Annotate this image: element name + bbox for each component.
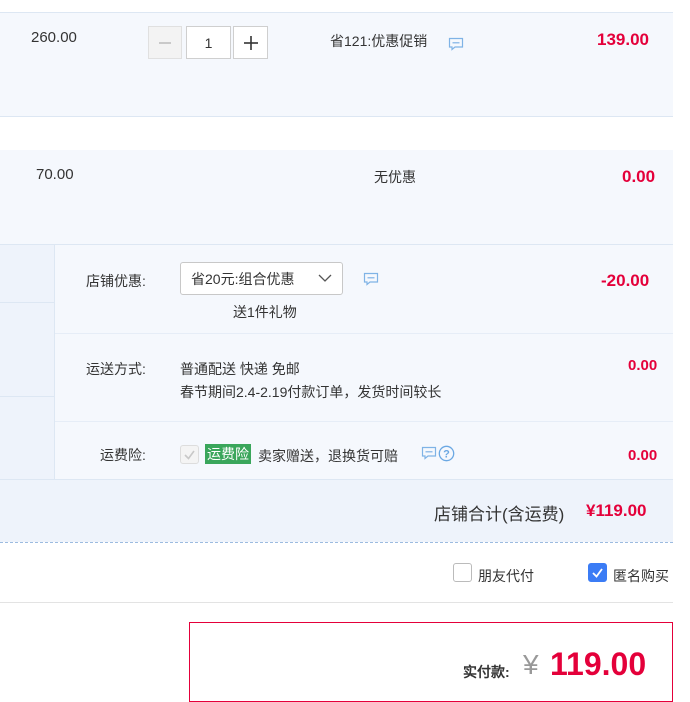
- shop-left-strip: [0, 245, 54, 479]
- subtotal-row: [0, 480, 673, 542]
- chevron-down-icon: [318, 274, 332, 282]
- pay-currency: ¥: [523, 649, 539, 680]
- check-icon: [592, 568, 603, 578]
- item-2-unit-price: 70.00: [36, 166, 74, 183]
- coupon-gift: 送1件礼物: [233, 304, 297, 320]
- shop-left-border: [54, 245, 55, 479]
- anonymous-checkbox[interactable]: [588, 563, 607, 582]
- insurance-checkbox: [180, 445, 199, 464]
- strip-divider-1: [0, 302, 54, 303]
- shipping-divider: [55, 421, 673, 422]
- quantity-decrease-button[interactable]: [148, 26, 182, 59]
- plus-icon: [243, 35, 258, 50]
- item-2-discount: 无优惠: [374, 169, 416, 185]
- strip-divider-2: [0, 396, 54, 397]
- anonymous-label[interactable]: 匿名购买: [613, 566, 669, 586]
- quantity-input[interactable]: 1: [186, 26, 231, 59]
- insurance-amount: 0.00: [628, 447, 658, 464]
- pay-amount: 119.00: [550, 646, 647, 682]
- coupon-label: 店铺优惠:: [86, 273, 146, 289]
- subtotal-bottom-divider: [0, 542, 673, 544]
- item-1-unit-price: 260.00: [31, 29, 77, 46]
- friend-pay-checkbox[interactable]: [453, 563, 472, 582]
- check-icon: [184, 450, 195, 460]
- quantity-increase-button[interactable]: [233, 26, 268, 59]
- help-icon[interactable]: ?: [438, 445, 455, 462]
- coupon-select[interactable]: 省20元:组合优惠: [180, 262, 343, 295]
- svg-text:?: ?: [443, 449, 450, 461]
- item-row-1: [0, 13, 673, 116]
- subtotal-value: ¥119.00: [586, 501, 647, 520]
- item-1-discount: 省121:优惠促销: [330, 33, 428, 49]
- shipping-notice: 春节期间2.4-2.19付款订单，发货时间较长: [180, 384, 442, 400]
- chat-icon[interactable]: [448, 37, 464, 51]
- pay-label: 实付款:: [463, 664, 510, 680]
- shipping-method: 普通配送 快递 免邮: [180, 361, 300, 377]
- insurance-text: 卖家赠送，退换货可赔: [258, 448, 398, 464]
- item-2-total: 0.00: [622, 167, 656, 186]
- options-divider: [0, 602, 673, 603]
- item-row-2: [0, 150, 673, 244]
- coupon-divider: [55, 333, 673, 334]
- coupon-amount: -20.00: [601, 271, 650, 290]
- shipping-amount: 0.00: [628, 357, 658, 374]
- insurance-chat-icon[interactable]: [421, 446, 437, 460]
- subtotal-label: 店铺合计(含运费): [434, 505, 565, 524]
- item-1-total: 139.00: [597, 30, 649, 49]
- coupon-chat-icon[interactable]: [363, 272, 379, 286]
- item-1-divider: [0, 116, 673, 117]
- minus-icon: [159, 41, 171, 44]
- friend-pay-label[interactable]: 朋友代付: [478, 566, 534, 586]
- coupon-select-value: 省20元:组合优惠: [191, 270, 295, 287]
- insurance-tag: 运费险: [205, 444, 251, 464]
- shipping-label: 运送方式:: [86, 361, 146, 377]
- insurance-label: 运费险:: [100, 447, 146, 463]
